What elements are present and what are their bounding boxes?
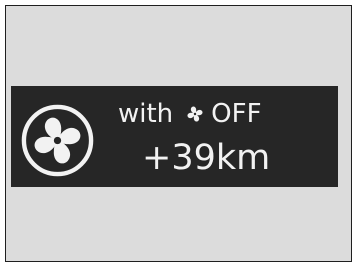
with-label: with: [118, 99, 174, 129]
off-state-label: OFF: [211, 99, 262, 129]
range-gain-value: +39km: [142, 138, 271, 178]
fan-icon: [187, 106, 203, 122]
fan-icon: [21, 104, 94, 177]
climate-off-message: with OFF: [118, 98, 262, 130]
